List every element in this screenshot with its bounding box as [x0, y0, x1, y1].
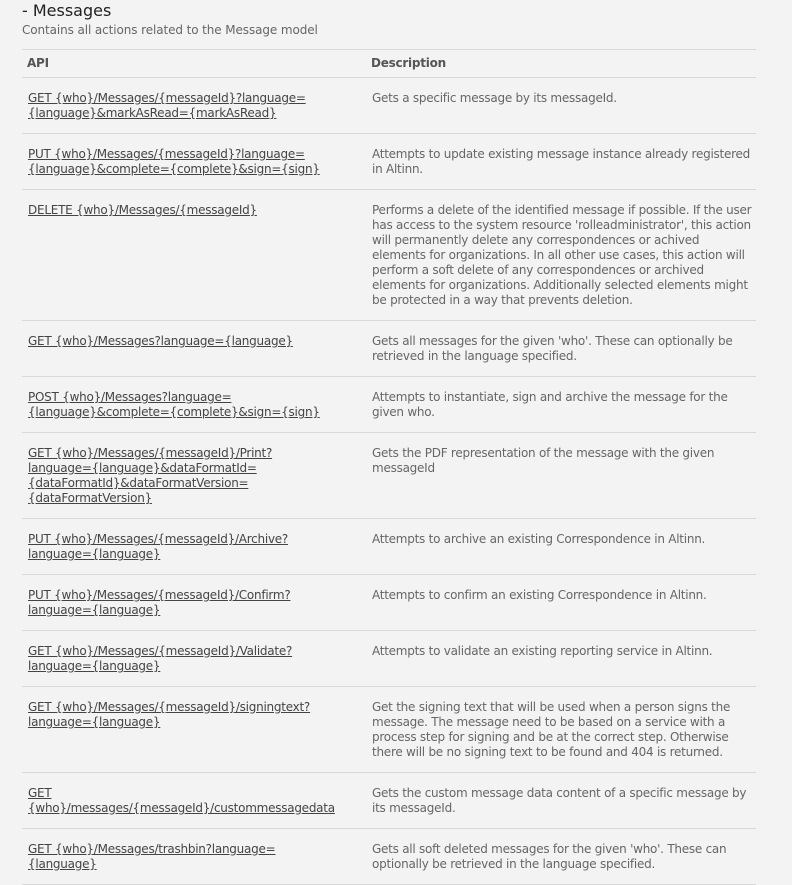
description-cell: Gets the PDF representation of the messa… [366, 432, 756, 519]
api-endpoint-link[interactable]: GET {who}/Messages/{messageId}?language=… [28, 91, 306, 120]
table-row: GET {who}/Messages/{messageId}/signingte… [22, 686, 756, 773]
table-row: PUT {who}/Messages/{messageId}/Archive? … [22, 518, 756, 575]
api-cell: GET {who}/Messages/trashbin?language= {l… [22, 828, 366, 885]
description-cell: Attempts to validate an existing reporti… [366, 630, 756, 687]
api-cell: PUT {who}/Messages/{messageId}/Archive? … [22, 518, 366, 575]
api-cell: GET {who}/Messages/{messageId}/signingte… [22, 686, 366, 773]
table-row: GET {who}/Messages/{messageId}/Print? la… [22, 432, 756, 519]
api-cell: GET {who}/Messages?language={language} [22, 320, 366, 377]
header-api: API [22, 49, 366, 78]
api-cell: PUT {who}/Messages/{messageId}?language=… [22, 133, 366, 190]
api-endpoint-link[interactable]: GET {who}/Messages/{messageId}/Validate?… [28, 644, 292, 673]
api-endpoint-link[interactable]: GET {who}/Messages/trashbin?language= {l… [28, 842, 276, 871]
table-row: PUT {who}/Messages/{messageId}/Confirm? … [22, 574, 756, 631]
description-cell: Gets the custom message data content of … [366, 772, 756, 829]
header-description: Description [366, 49, 756, 78]
api-endpoint-link[interactable]: POST {who}/Messages?language= {language}… [28, 390, 320, 419]
description-cell: Attempts to archive an existing Correspo… [366, 518, 756, 575]
section-title: - Messages [22, 1, 112, 20]
table-header-row: API Description [22, 49, 756, 78]
api-cell: POST {who}/Messages?language= {language}… [22, 376, 366, 433]
table-row: GET {who}/Messages/{messageId}?language=… [22, 77, 756, 134]
description-cell: Get the signing text that will be used w… [366, 686, 756, 773]
table-row: PUT {who}/Messages/{messageId}?language=… [22, 133, 756, 190]
description-cell: Attempts to instantiate, sign and archiv… [366, 376, 756, 433]
api-table: API Description GET {who}/Messages/{mess… [22, 49, 756, 885]
api-cell: GET {who}/Messages/{messageId}/Validate?… [22, 630, 366, 687]
api-cell: GET {who}/Messages/{messageId}/Print? la… [22, 432, 366, 519]
table-row: GET {who}/messages/{messageId}/custommes… [22, 772, 756, 829]
description-cell: Gets a specific message by its messageId… [366, 77, 756, 134]
description-cell: Attempts to confirm an existing Correspo… [366, 574, 756, 631]
description-cell: Performs a delete of the identified mess… [366, 189, 756, 321]
api-endpoint-link[interactable]: GET {who}/Messages?language={language} [28, 334, 293, 348]
table-row: DELETE {who}/Messages/{messageId} Perform… [22, 189, 756, 321]
section-subtitle: Contains all actions related to the Mess… [22, 23, 318, 37]
description-cell: Attempts to update existing message inst… [366, 133, 756, 190]
api-endpoint-link[interactable]: GET {who}/Messages/{messageId}/Print? la… [28, 446, 272, 505]
api-cell: GET {who}/messages/{messageId}/custommes… [22, 772, 366, 829]
api-endpoint-link[interactable]: PUT {who}/Messages/{messageId}?language=… [28, 147, 320, 176]
table-row: GET {who}/Messages?language={language} Ge… [22, 320, 756, 377]
table-row: GET {who}/Messages/{messageId}/Validate?… [22, 630, 756, 687]
api-cell: PUT {who}/Messages/{messageId}/Confirm? … [22, 574, 366, 631]
description-cell: Gets all soft deleted messages for the g… [366, 828, 756, 885]
api-cell: DELETE {who}/Messages/{messageId} [22, 189, 366, 321]
api-endpoint-link[interactable]: PUT {who}/Messages/{messageId}/Confirm? … [28, 588, 291, 617]
api-endpoint-link[interactable]: GET {who}/messages/{messageId}/custommes… [28, 786, 335, 815]
table-row: GET {who}/Messages/trashbin?language= {l… [22, 828, 756, 885]
api-endpoint-link[interactable]: DELETE {who}/Messages/{messageId} [28, 203, 257, 217]
api-cell: GET {who}/Messages/{messageId}?language=… [22, 77, 366, 134]
description-cell: Gets all messages for the given 'who'. T… [366, 320, 756, 377]
messages-section: - Messages Contains all actions related … [22, 0, 756, 885]
api-endpoint-link[interactable]: GET {who}/Messages/{messageId}/signingte… [28, 700, 310, 729]
api-endpoint-link[interactable]: PUT {who}/Messages/{messageId}/Archive? … [28, 532, 288, 561]
table-row: POST {who}/Messages?language= {language}… [22, 376, 756, 433]
